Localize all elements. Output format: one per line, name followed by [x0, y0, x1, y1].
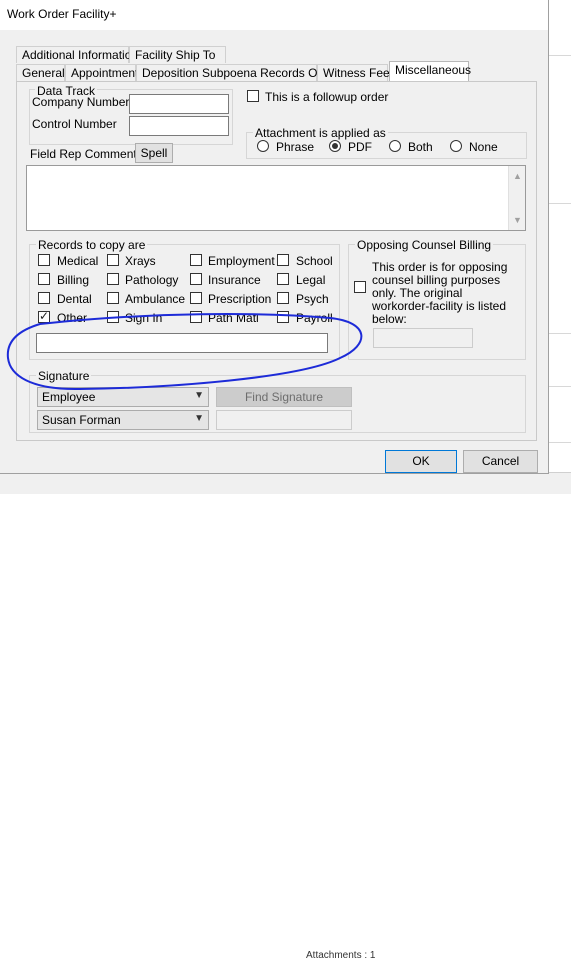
annotation-scribble	[6, 313, 363, 391]
attachments-count: Attachments : 1	[306, 950, 376, 961]
